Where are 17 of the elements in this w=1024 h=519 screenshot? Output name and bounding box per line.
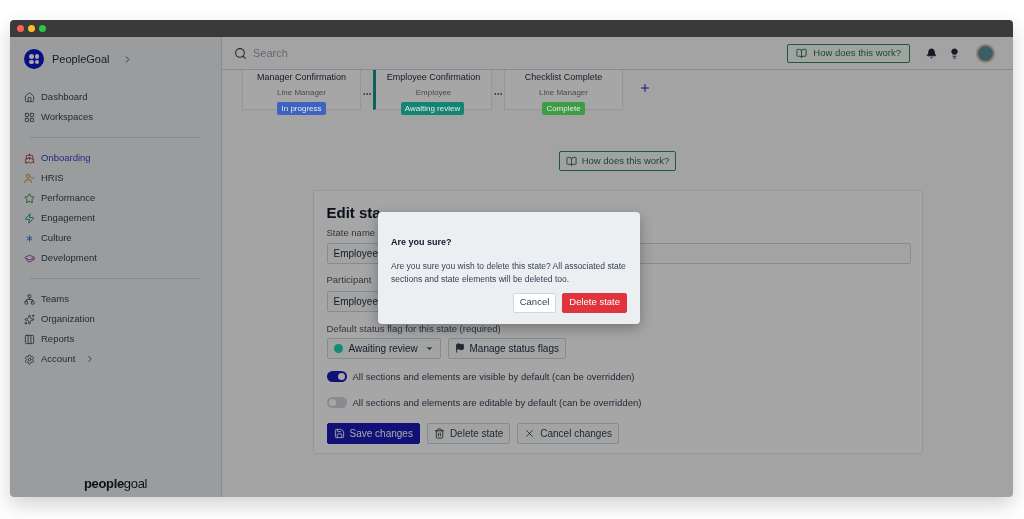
dialog-message: Are you sure you wish to delete this state? All associated state sections and state elements will be deleted too.: [391, 259, 627, 286]
field-label: Default status flag for this state (required): [326, 321, 501, 336]
field-label: Participant: [326, 273, 372, 288]
status-tag: Complete: [542, 102, 585, 115]
status-tag: In progress: [277, 102, 326, 115]
toggle-label: All sections and elements are visible by default (can be overridden): [352, 369, 635, 384]
toggle-label: All sections and elements are editable by default (can be overridden): [352, 395, 642, 410]
stage-role: Line Manager: [277, 86, 326, 99]
status-tag: Awaiting review: [400, 102, 465, 115]
dialog-title: Are you sure?: [391, 236, 453, 249]
stage-role: Employee: [415, 86, 452, 99]
stage-title: Manager Confirmation: [256, 71, 346, 84]
stage-role: Line Manager: [539, 86, 588, 99]
stage-title: Employee Confirmation: [386, 71, 481, 84]
field-label: State name: [326, 226, 376, 240]
stage-title: Checklist Complete: [524, 71, 603, 84]
footer-logo: peoplegoal: [83, 474, 148, 493]
